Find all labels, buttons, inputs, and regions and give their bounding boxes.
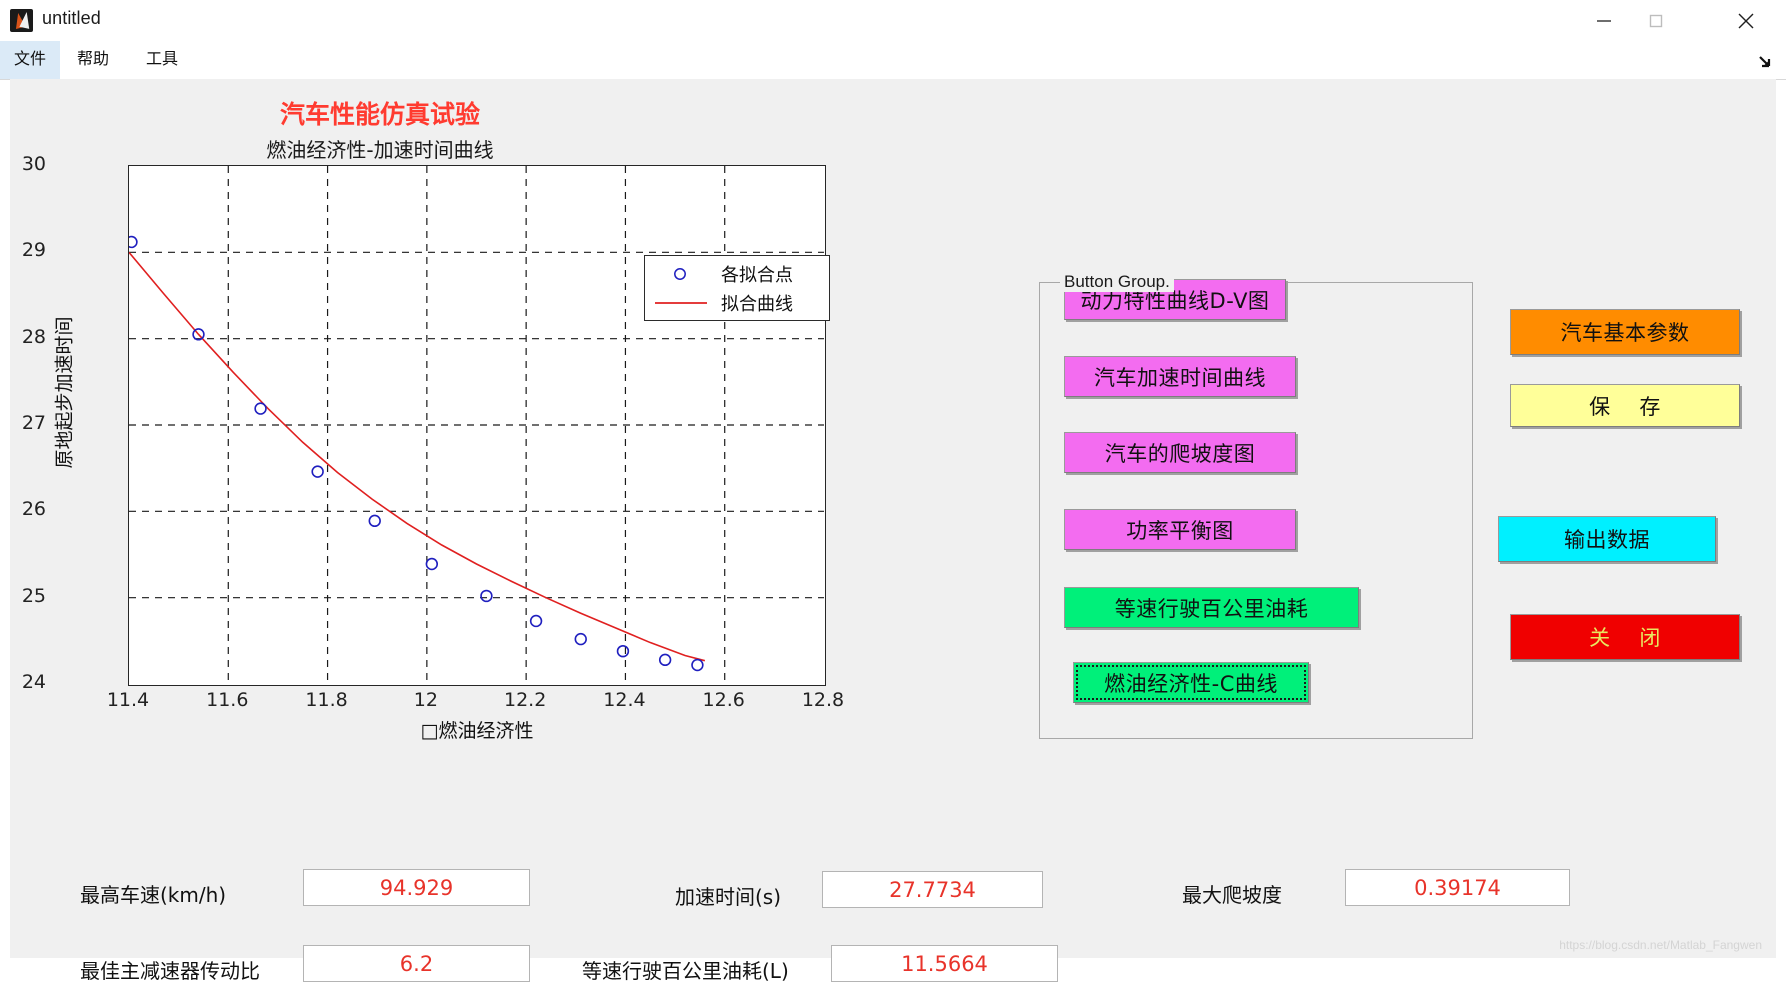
- y-axis-tick: 27: [21, 412, 46, 434]
- figure-panel: 汽车性能仿真试验 燃油经济性-加速时间曲线 各拟合点 拟合曲线 □燃油经济性 原…: [10, 79, 1776, 983]
- field-fuel-consumption[interactable]: 11.5664: [831, 945, 1058, 982]
- x-axis-tick: 11.4: [106, 689, 150, 711]
- x-axis-tick: 12.2: [503, 689, 547, 711]
- menu-item-help[interactable]: 帮助: [63, 41, 123, 79]
- expand-arrow-icon[interactable]: [1756, 52, 1776, 72]
- y-axis-tick: 30: [21, 153, 46, 175]
- vehicle-params-button[interactable]: 汽车基本参数: [1510, 309, 1740, 355]
- chart-axes: 各拟合点 拟合曲线 □燃油经济性 原地起步加速时间 24 25 26 27 28 29 30…: [10, 79, 870, 819]
- field-accel-time[interactable]: 27.7734: [822, 871, 1043, 908]
- plot-area: [128, 165, 826, 686]
- button-group-title: Button Group.: [1060, 272, 1174, 292]
- y-axis-tick: 28: [21, 325, 46, 348]
- label-final-drive-ratio: 最佳主减速器传动比: [80, 959, 260, 983]
- field-max-grade[interactable]: 0.39174: [1345, 869, 1570, 906]
- x-axis-tick: 12.4: [603, 689, 646, 711]
- button-group-item-4[interactable]: 等速行驶百公里油耗: [1064, 587, 1359, 628]
- save-button[interactable]: 保 存: [1510, 384, 1740, 427]
- legend-marker-circle-icon: [674, 268, 686, 280]
- x-axis-label: □燃油经济性: [420, 720, 534, 742]
- label-fuel-consumption: 等速行驶百公里油耗(L): [582, 959, 789, 983]
- menu-item-tools[interactable]: 工具: [132, 41, 192, 79]
- legend-entry-points: 各拟合点: [645, 259, 831, 289]
- legend-label-points: 各拟合点: [721, 265, 793, 286]
- legend-label-curve: 拟合曲线: [721, 294, 793, 315]
- matlab-icon: [10, 9, 33, 32]
- watermark: https://blog.csdn.net/Matlab_Fangwen: [1559, 938, 1762, 952]
- legend-line-icon: [655, 302, 707, 304]
- label-max-grade: 最大爬坡度: [1182, 883, 1282, 907]
- y-axis-label: 原地起步加速时间: [53, 316, 76, 469]
- maximize-icon[interactable]: [1630, 0, 1682, 41]
- chart-legend: 各拟合点 拟合曲线: [644, 255, 830, 321]
- x-axis-tick: 11.8: [305, 689, 348, 711]
- close-button[interactable]: 关 闭: [1510, 614, 1740, 660]
- x-axis-tick: 12.8: [801, 689, 845, 711]
- button-group-item-1[interactable]: 汽车加速时间曲线: [1064, 356, 1296, 397]
- y-axis-tick: 25: [21, 584, 46, 607]
- field-final-drive-ratio[interactable]: 6.2: [303, 945, 530, 982]
- close-icon[interactable]: [1720, 0, 1772, 41]
- menu-bar: 文件 帮助 工具: [0, 41, 1786, 80]
- label-max-speed: 最高车速(km/h): [80, 883, 227, 907]
- button-group-item-3[interactable]: 功率平衡图: [1064, 509, 1296, 550]
- button-group-item-5[interactable]: 燃油经济性-C曲线: [1073, 662, 1309, 703]
- x-axis-tick: 12.6: [702, 689, 745, 711]
- menu-item-file[interactable]: 文件: [0, 41, 61, 79]
- x-axis-tick: 12: [413, 689, 438, 711]
- chart-canvas: [129, 166, 824, 684]
- x-axis-tick: 11.6: [206, 689, 249, 711]
- field-max-speed[interactable]: 94.929: [303, 869, 530, 906]
- window-title: untitled: [42, 8, 101, 28]
- y-axis-tick: 29: [21, 239, 46, 262]
- legend-entry-curve: 拟合曲线: [645, 288, 831, 318]
- minimize-icon[interactable]: [1578, 0, 1630, 41]
- label-accel-time: 加速时间(s): [675, 885, 782, 909]
- y-axis-tick: 24: [21, 671, 46, 693]
- export-data-button[interactable]: 输出数据: [1498, 516, 1716, 562]
- y-axis-tick: 26: [21, 498, 46, 521]
- button-group-item-2[interactable]: 汽车的爬坡度图: [1064, 432, 1296, 473]
- window-title-bar: untitled: [0, 0, 1786, 42]
